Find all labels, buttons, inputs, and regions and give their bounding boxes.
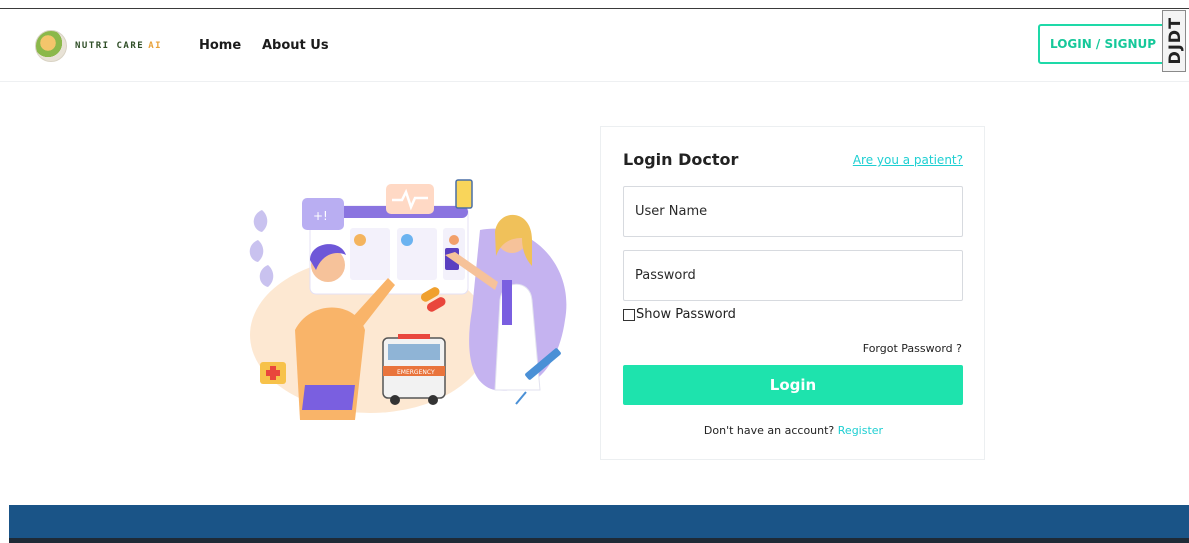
forgot-password-link[interactable]: Forgot Password ?	[863, 342, 962, 355]
show-password-label: Show Password	[636, 307, 736, 322]
brand[interactable]: NUTRI CARE AI	[35, 30, 162, 62]
username-input[interactable]	[623, 186, 963, 237]
show-password-checkbox[interactable]	[623, 308, 635, 321]
first-aid-kit-icon	[260, 362, 286, 384]
brand-name: NUTRI CARE AI	[75, 41, 163, 51]
show-password-toggle[interactable]: Show Password	[623, 307, 736, 322]
login-button[interactable]: Login	[623, 365, 963, 405]
register-prompt: Don't have an account?	[703, 424, 835, 437]
footer-bottom-strip	[9, 538, 1189, 543]
doctor-patient-illustration: +! EMERGENCY	[249, 179, 567, 420]
chat-bubble-text: +!	[313, 209, 328, 223]
ambulance-icon: EMERGENCY	[382, 334, 446, 405]
login-card: Login Doctor Are you a patient? Show Pas…	[600, 126, 985, 460]
debug-toolbar-label: DJDT	[1164, 17, 1184, 65]
patient-login-link[interactable]: Are you a patient?	[853, 153, 963, 167]
register-link[interactable]: Register	[838, 424, 883, 437]
battery-icon	[455, 179, 473, 209]
nav-about-link[interactable]: About Us	[262, 38, 329, 53]
brand-suffix: AI	[148, 41, 163, 51]
patient-shorts	[302, 385, 355, 410]
ambulance-label: EMERGENCY	[397, 369, 435, 376]
navbar: NUTRI CARE AI Home About Us LOGIN / SIGNU…	[0, 9, 1189, 82]
leaf-decoration	[249, 210, 274, 287]
brand-logo	[35, 30, 67, 62]
login-title: Login Doctor	[623, 150, 739, 169]
nav-home-link[interactable]: Home	[199, 38, 241, 53]
debug-toolbar-handle[interactable]: DJDT	[1162, 10, 1186, 72]
register-row: Don't have an account? Register	[601, 424, 986, 437]
doctor-shirt	[502, 280, 512, 325]
password-input[interactable]	[623, 250, 963, 301]
login-signup-button[interactable]: LOGIN / SIGNUP	[1038, 24, 1168, 64]
